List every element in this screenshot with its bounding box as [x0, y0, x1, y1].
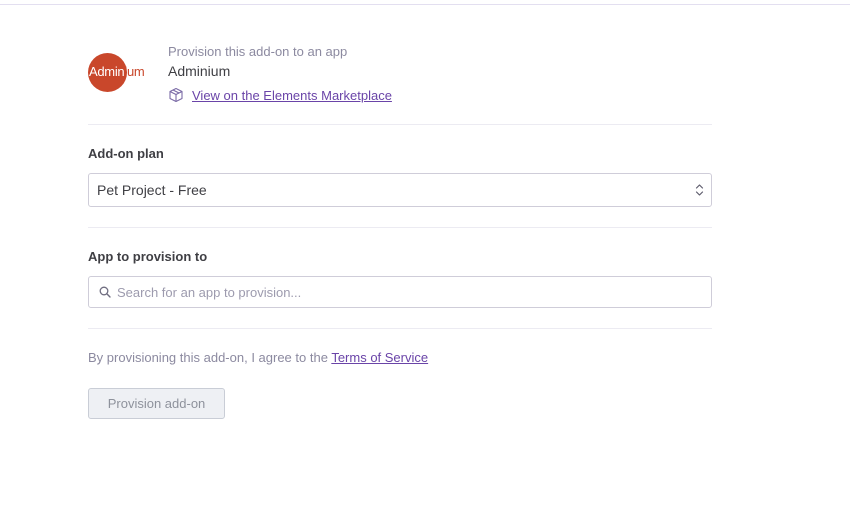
terms-text: By provisioning this add-on, I agree to …	[88, 350, 428, 365]
addon-logo: Adminium	[88, 53, 145, 92]
divider	[88, 124, 712, 125]
provision-addon-button[interactable]: Provision add-on	[88, 388, 225, 419]
plan-selected-value: Pet Project - Free	[97, 182, 207, 198]
app-label: App to provision to	[88, 249, 208, 264]
addon-header: Adminium Provision this add-on to an app…	[88, 43, 712, 107]
header-subtitle: Provision this add-on to an app	[168, 44, 348, 59]
terms-of-service-link[interactable]: Terms of Service	[331, 350, 428, 365]
plan-select[interactable]: Pet Project - Free	[88, 173, 712, 207]
terms-prefix: By provisioning this add-on, I agree to …	[88, 350, 332, 365]
logo-text-tail: ium	[124, 64, 145, 79]
plan-label: Add-on plan	[88, 146, 164, 161]
divider	[88, 227, 712, 228]
marketplace-row: View on the Elements Marketplace	[168, 86, 392, 104]
addon-logo-text: Adminium	[89, 64, 145, 79]
divider	[88, 328, 712, 329]
package-icon	[168, 87, 184, 103]
marketplace-link[interactable]: View on the Elements Marketplace	[192, 88, 392, 103]
select-arrows-icon	[695, 183, 704, 202]
top-bar	[0, 0, 850, 5]
app-search-field[interactable]	[88, 276, 712, 308]
addon-name: Adminium	[168, 63, 231, 79]
search-icon	[99, 285, 111, 303]
app-search-input[interactable]	[117, 277, 702, 307]
logo-text-main: Admin	[89, 64, 125, 79]
